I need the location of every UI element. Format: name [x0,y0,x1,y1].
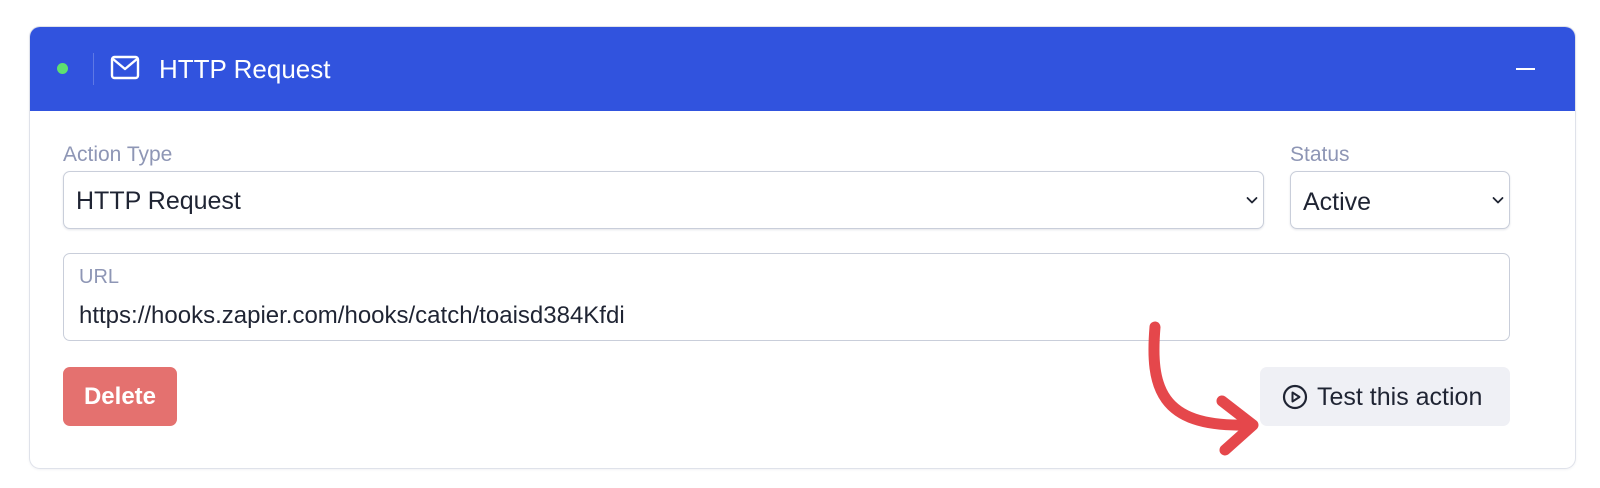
mail-icon [110,55,140,80]
status-value: Active [1303,188,1372,216]
action-type-value: HTTP Request [76,187,241,215]
action-type-select[interactable]: HTTP Request [63,171,1264,229]
url-value[interactable]: https://hooks.zapier.com/hooks/catch/toa… [79,302,625,330]
status-label: Status [1290,143,1350,166]
test-action-label: Test this action [1317,383,1483,411]
delete-button[interactable]: Delete [63,367,177,426]
action-type-label: Action Type [63,143,173,166]
action-card: HTTP Request Action Type HTTP Request St… [30,27,1575,468]
chevron-down-icon [1246,197,1258,204]
minus-icon [1516,68,1535,70]
status-dot [57,63,68,74]
collapse-button[interactable] [1510,53,1540,85]
chevron-down-icon [1492,197,1504,204]
url-label: URL [79,266,120,288]
status-select[interactable]: Active [1290,171,1510,229]
action-header[interactable]: HTTP Request [30,27,1575,111]
curved-arrow-icon [1148,321,1259,456]
header-title: HTTP Request [159,54,331,84]
header-divider [93,53,94,85]
